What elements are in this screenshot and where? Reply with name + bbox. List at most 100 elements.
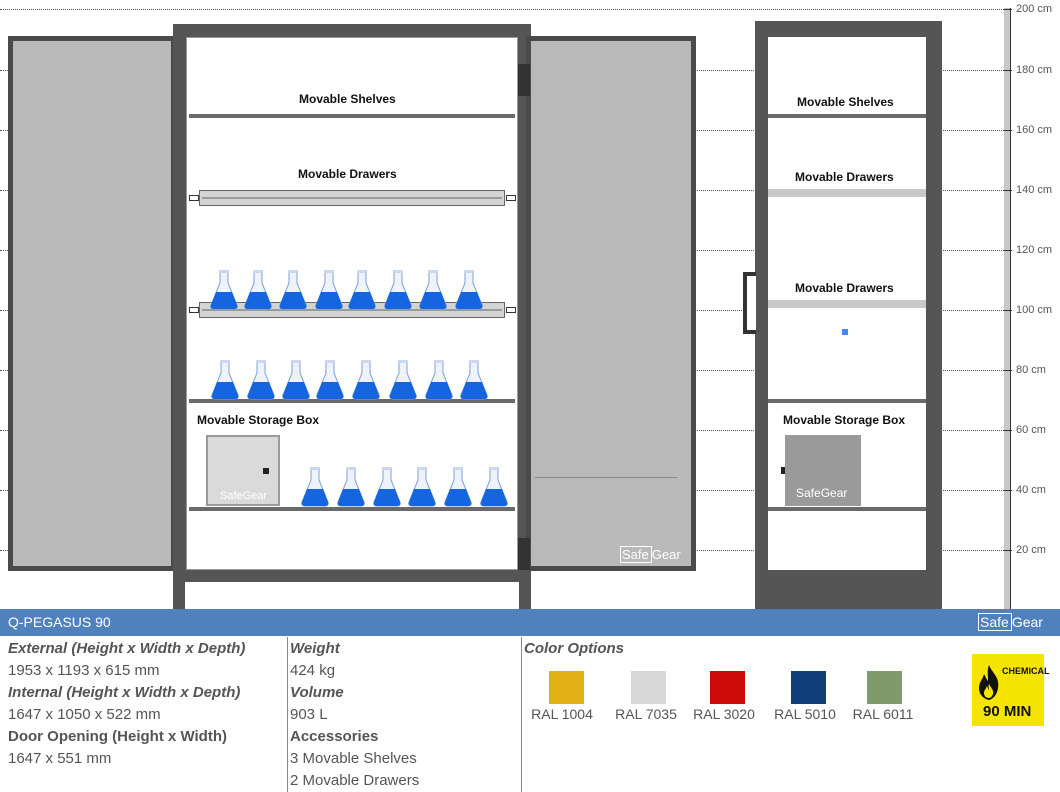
right-hinge (518, 538, 530, 570)
flask-icon (316, 360, 344, 400)
ruler-label: 180 cm (1016, 64, 1053, 76)
shelves-label: Movable Shelves (797, 95, 894, 109)
safegear-logo: SafeGear (220, 490, 268, 502)
drawers-label: Movable Drawers (298, 167, 397, 181)
flask-icon (282, 360, 310, 400)
height-ruler-axis (1010, 8, 1011, 610)
left-door (8, 36, 176, 571)
external-dimensions-value: 1953 x 1193 x 615 mm (8, 662, 160, 679)
drawer (199, 190, 505, 206)
flask-icon (425, 360, 453, 400)
flame-icon (979, 665, 999, 700)
flask-icon (389, 360, 417, 400)
storage-box-label: Movable Storage Box (783, 413, 906, 427)
color-swatch-ral-6011[interactable] (867, 671, 902, 704)
flask-icon (301, 467, 329, 507)
safegear-logo: SafeGear (796, 486, 848, 500)
flask-icon (315, 270, 343, 310)
badge-bottom-text: 90 MIN (983, 703, 1032, 720)
color-swatch-ral-7035[interactable] (631, 671, 666, 704)
storage-box-label: Movable Storage Box (197, 413, 320, 427)
flask-icon (244, 270, 272, 310)
internal-dimensions-label: Internal (Height x Width x Depth) (8, 684, 241, 701)
ruler-tick (1004, 490, 1012, 491)
shelf (768, 114, 926, 118)
ruler-tick (1004, 190, 1012, 191)
weight-label: Weight (290, 640, 340, 657)
drawer-runner (189, 307, 199, 313)
flask-icon (460, 360, 488, 400)
flask-icon (247, 360, 275, 400)
color-swatch-ral-3020[interactable] (710, 671, 745, 704)
color-swatch-label: RAL 3020 (693, 706, 755, 722)
flask-icon (480, 467, 508, 507)
volume-value: 903 L (290, 706, 328, 723)
drawer-runner (506, 195, 516, 201)
column-divider (287, 637, 288, 792)
weight-value: 424 kg (290, 662, 336, 679)
ruler-tick (1004, 370, 1012, 371)
right-door: Safe Gear (526, 36, 696, 571)
shelf (189, 507, 515, 511)
storage-box-latch (781, 467, 785, 474)
ruler-tick (1004, 9, 1012, 10)
flask-icon (455, 270, 483, 310)
shelves-label: Movable Shelves (299, 92, 396, 106)
ruler-tick (1004, 250, 1012, 251)
color-swatch-label: RAL 6011 (852, 706, 914, 722)
ruler-label: 40 cm (1016, 484, 1046, 496)
cabinet-leg (173, 582, 185, 609)
flask-icon (373, 467, 401, 507)
accessory-item: 3 Movable Shelves (290, 750, 417, 767)
product-title: Q-PEGASUS 90 (8, 614, 111, 630)
flask-icon (210, 270, 238, 310)
ruler-label: 80 cm (1016, 364, 1046, 376)
marker-dot (842, 329, 848, 335)
ruler-label: 200 cm (1016, 3, 1053, 15)
ruler-tick (1004, 550, 1012, 551)
flask-icon (352, 360, 380, 400)
ruler-tick (1004, 70, 1012, 71)
ruler-label: 140 cm (1016, 184, 1053, 196)
ruler-label: 120 cm (1016, 244, 1053, 256)
safegear-logo: SafeGear (978, 613, 1043, 631)
color-swatch-ral-1004[interactable] (549, 671, 584, 704)
internal-dimensions-value: 1647 x 1050 x 522 mm (8, 706, 161, 723)
ruler-label: 100 cm (1016, 304, 1053, 316)
ruler-tick (1004, 310, 1012, 311)
drawers-label: Movable Drawers (795, 170, 894, 184)
cabinet-leg (519, 582, 531, 609)
ruler-tick (1004, 430, 1012, 431)
storage-box: SafeGear (785, 435, 861, 506)
flask-icon (211, 360, 239, 400)
safegear-logo: SafeGear (620, 546, 681, 563)
accessories-label: Accessories (290, 728, 379, 745)
drawer-runner (189, 195, 199, 201)
storage-box-lock (263, 468, 269, 474)
flask-icon (444, 467, 472, 507)
color-options-title: Color Options (524, 640, 624, 657)
flask-icon (419, 270, 447, 310)
volume-label: Volume (290, 684, 344, 701)
shelf (189, 114, 515, 118)
guide-line (0, 9, 1004, 10)
shelf (768, 507, 926, 511)
external-dimensions-label: External (Height x Width x Depth) (8, 640, 246, 657)
right-hinge (518, 64, 530, 96)
flask-icon (408, 467, 436, 507)
flask-icon (279, 270, 307, 310)
ruler-label: 60 cm (1016, 424, 1046, 436)
drawer (768, 300, 926, 308)
color-swatch-ral-5010[interactable] (791, 671, 826, 704)
door-opening-label: Door Opening (Height x Width) (8, 728, 228, 745)
side-handle (743, 272, 756, 334)
ruler-label: 20 cm (1016, 544, 1046, 556)
door-opening-value: 1647 x 551 mm (8, 750, 112, 767)
drawer-runner (506, 307, 516, 313)
accessory-item: 2 Movable Drawers (290, 772, 420, 789)
chemical-90-min-badge: CHEMICAL 90 MIN (972, 654, 1050, 726)
drawers-label: Movable Drawers (795, 281, 894, 295)
drawer (768, 189, 926, 197)
storage-box: SafeGear (206, 435, 280, 506)
flask-icon (384, 270, 412, 310)
